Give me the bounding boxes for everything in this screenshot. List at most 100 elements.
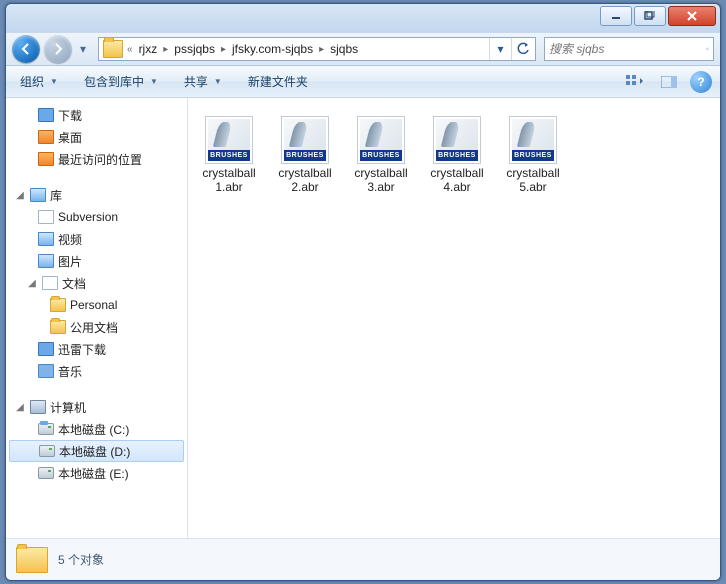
collapse-icon[interactable]: ◢	[26, 278, 38, 289]
drive-icon	[38, 467, 54, 479]
breadcrumb-item[interactable]: jfsky.com-sjqbs	[228, 38, 317, 60]
chevron-right-icon[interactable]: ▸	[317, 44, 326, 55]
chevron-down-icon: ▼	[50, 77, 58, 86]
help-button[interactable]: ?	[690, 71, 712, 93]
recent-icon	[38, 152, 54, 166]
explorer-window: ▾ « rjxz ▸ pssjqbs ▸ jfsky.com-sjqbs ▸ s…	[5, 3, 721, 581]
chevron-down-icon: ▼	[150, 77, 158, 86]
newfolder-label: 新建文件夹	[248, 73, 308, 90]
folder-icon	[50, 320, 66, 334]
include-label: 包含到库中	[84, 73, 144, 90]
close-button[interactable]	[668, 6, 716, 26]
navigation-tree[interactable]: 下载 桌面 最近访问的位置 ◢库 Subversion 视频 图片 ◢文档 Pe…	[6, 98, 188, 538]
tree-label: 计算机	[50, 399, 86, 416]
file-thumbnail: BRUSHES	[509, 116, 557, 164]
tree-drive-e[interactable]: 本地磁盘 (E:)	[6, 462, 187, 484]
pictures-icon	[38, 254, 54, 268]
file-list[interactable]: BRUSHEScrystalball1.abrBRUSHEScrystalbal…	[188, 98, 720, 538]
tree-label: 库	[50, 187, 62, 204]
tree-drive-c[interactable]: 本地磁盘 (C:)	[6, 418, 187, 440]
folder-icon	[103, 40, 123, 58]
brush-tag: BRUSHES	[360, 150, 402, 161]
svg-text:?: ?	[697, 75, 704, 89]
include-in-library-menu[interactable]: 包含到库中 ▼	[78, 69, 164, 94]
tree-label: 桌面	[58, 129, 82, 146]
breadcrumb-item[interactable]: rjxz	[135, 38, 162, 60]
tree-desktop[interactable]: 桌面	[6, 126, 187, 148]
library-icon	[30, 188, 46, 202]
file-name: crystalball5.abr	[502, 166, 564, 194]
file-thumbnail: BRUSHES	[205, 116, 253, 164]
forward-button[interactable]	[44, 35, 72, 63]
brush-tag: BRUSHES	[436, 150, 478, 161]
tree-downloads[interactable]: 下载	[6, 104, 187, 126]
tree-library[interactable]: ◢库	[6, 184, 187, 206]
collapse-icon[interactable]: ◢	[14, 190, 26, 201]
view-options-button[interactable]	[622, 71, 648, 93]
tree-label: 音乐	[58, 363, 82, 380]
breadcrumb-overflow[interactable]: «	[125, 44, 135, 55]
tree-label: 公用文档	[70, 319, 118, 336]
tree-documents[interactable]: ◢文档	[6, 272, 187, 294]
file-thumbnail: BRUSHES	[433, 116, 481, 164]
organize-label: 组织	[20, 73, 44, 90]
tree-music[interactable]: 音乐	[6, 360, 187, 382]
file-item[interactable]: BRUSHEScrystalball3.abr	[346, 112, 416, 198]
tree-xunlei[interactable]: 迅雷下载	[6, 338, 187, 360]
brush-tag: BRUSHES	[512, 150, 554, 161]
file-item[interactable]: BRUSHES crystalball5.abr	[498, 112, 568, 198]
computer-icon	[30, 400, 46, 414]
file-item[interactable]: BRUSHEScrystalball1.abr	[194, 112, 264, 198]
tree-label: Subversion	[58, 210, 118, 224]
chevron-down-icon: ▼	[214, 77, 222, 86]
share-menu[interactable]: 共享 ▼	[178, 69, 228, 94]
file-item[interactable]: BRUSHES crystalball2.abr	[270, 112, 340, 198]
tree-pictures[interactable]: 图片	[6, 250, 187, 272]
tree-label: 迅雷下载	[58, 341, 106, 358]
file-item[interactable]: BRUSHES crystalball4.abr	[422, 112, 492, 198]
tree-recent[interactable]: 最近访问的位置	[6, 148, 187, 170]
search-icon	[706, 41, 709, 57]
maximize-button[interactable]	[634, 6, 666, 26]
tree-video[interactable]: 视频	[6, 228, 187, 250]
breadcrumb-item[interactable]: pssjqbs	[170, 38, 219, 60]
tree-label: 最近访问的位置	[58, 151, 142, 168]
tree-drive-d[interactable]: 本地磁盘 (D:)	[9, 440, 184, 462]
tree-personal[interactable]: Personal	[6, 294, 187, 316]
file-name: crystalball2.abr	[274, 166, 336, 194]
drive-icon	[38, 423, 54, 435]
file-name: crystalball4.abr	[426, 166, 488, 194]
address-bar[interactable]: « rjxz ▸ pssjqbs ▸ jfsky.com-sjqbs ▸ sjq…	[98, 37, 536, 61]
share-label: 共享	[184, 73, 208, 90]
file-thumbnail: BRUSHES	[281, 116, 329, 164]
command-bar: 组织 ▼ 包含到库中 ▼ 共享 ▼ 新建文件夹 ?	[6, 66, 720, 98]
status-text: 5 个对象	[58, 551, 104, 568]
folder-icon	[38, 210, 54, 224]
brush-tag: BRUSHES	[284, 150, 326, 161]
address-dropdown[interactable]: ▾	[489, 38, 511, 60]
search-box[interactable]	[544, 37, 714, 61]
breadcrumb-item[interactable]: sjqbs	[326, 38, 362, 60]
chevron-right-icon[interactable]: ▸	[219, 44, 228, 55]
music-icon	[38, 364, 54, 378]
new-folder-button[interactable]: 新建文件夹	[242, 69, 314, 94]
download-icon	[38, 108, 54, 122]
download-icon	[38, 342, 54, 356]
chevron-right-icon[interactable]: ▸	[161, 44, 170, 55]
tree-publicdocs[interactable]: 公用文档	[6, 316, 187, 338]
search-input[interactable]	[549, 42, 706, 56]
tree-label: 视频	[58, 231, 82, 248]
tree-computer[interactable]: ◢ 计算机	[6, 396, 187, 418]
nav-history-dropdown[interactable]: ▾	[76, 38, 90, 60]
collapse-icon[interactable]: ◢	[14, 402, 26, 413]
back-button[interactable]	[12, 35, 40, 63]
organize-menu[interactable]: 组织 ▼	[14, 69, 64, 94]
video-icon	[38, 232, 54, 246]
folder-icon	[50, 298, 66, 312]
tree-label: Personal	[70, 298, 117, 312]
breadcrumb: « rjxz ▸ pssjqbs ▸ jfsky.com-sjqbs ▸ sjq…	[125, 38, 362, 60]
minimize-button[interactable]	[600, 6, 632, 26]
tree-subversion[interactable]: Subversion	[6, 206, 187, 228]
preview-pane-button[interactable]	[656, 71, 682, 93]
refresh-button[interactable]	[511, 38, 533, 60]
